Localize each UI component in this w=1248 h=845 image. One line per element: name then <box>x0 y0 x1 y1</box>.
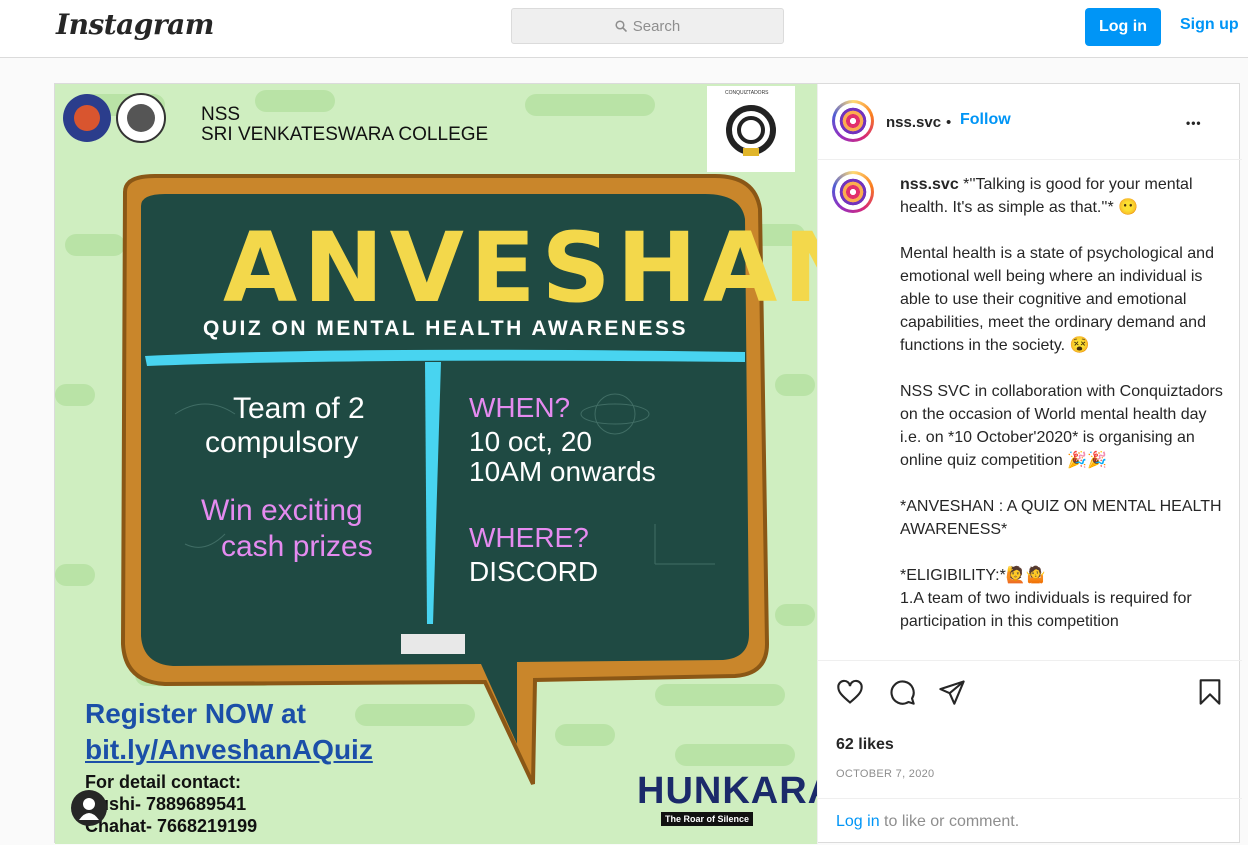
save-bookmark-icon[interactable] <box>1196 678 1224 706</box>
header-separator: • <box>946 114 952 131</box>
poster-brand-name: HUNKARA <box>637 770 817 812</box>
poster-when-date: 10 oct, 20 <box>469 426 592 457</box>
poster-subtitle: QUIZ ON MENTAL HEALTH AWARENESS <box>203 317 689 340</box>
more-options-icon[interactable]: ••• <box>1186 116 1202 130</box>
post-image[interactable]: NSS SRI VENKATESWARA COLLEGE CONQUIZTADO… <box>55 84 817 844</box>
instagram-logo[interactable]: Instagram <box>56 8 214 41</box>
share-icon[interactable] <box>938 678 966 706</box>
login-to-comment-link[interactable]: Log in <box>836 813 880 830</box>
poster-prize-line1: Win exciting <box>201 494 363 527</box>
user-avatar-icon[interactable] <box>71 790 107 826</box>
poster-team-line2: compulsory <box>205 426 359 459</box>
login-to-comment: Log in to like or comment. <box>818 798 1242 845</box>
poster-where-value: DISCORD <box>469 556 599 587</box>
poster-register-line: Register NOW at <box>85 698 306 729</box>
likes-count[interactable]: 62 likes <box>836 736 894 754</box>
poster-org-line2: SRI VENKATESWARA COLLEGE <box>201 124 489 145</box>
poster-partner-badge: CONQUIZTADORS <box>725 90 769 96</box>
post-header: nss.svc • Follow ••• <box>818 84 1242 160</box>
poster-contact-1: Rushi- 7889689541 <box>85 794 247 814</box>
poster-where-label: WHERE? <box>469 522 589 553</box>
login-to-comment-text: to like or comment. <box>879 813 1020 830</box>
poster-register-link: bit.ly/AnveshanAQuiz <box>85 734 373 765</box>
poster-contact-2: Chahat- 7668219199 <box>85 816 258 836</box>
caption: nss.svc *''Talking is good for your ment… <box>900 173 1230 633</box>
search-placeholder: Search <box>632 17 681 35</box>
poster-brand-tagline: The Roar of Silence <box>661 812 754 826</box>
search-input[interactable]: Search <box>511 8 784 44</box>
post-card: NSS SRI VENKATESWARA COLLEGE CONQUIZTADO… <box>54 83 1242 845</box>
top-bar: Instagram Search Log in Sign up <box>0 0 1248 58</box>
poster-when-time: 10AM onwards <box>469 456 656 487</box>
caption-paragraph-2: NSS SVC in collaboration with Conquiztad… <box>900 383 1228 469</box>
comment-icon[interactable] <box>888 678 916 706</box>
signup-link[interactable]: Sign up <box>1180 16 1239 34</box>
caption-scroll[interactable]: nss.svc *''Talking is good for your ment… <box>818 161 1242 661</box>
caption-paragraph-1: Mental health is a state of psychologica… <box>900 245 1219 354</box>
login-button[interactable]: Log in <box>1085 8 1161 46</box>
post-sidebar: nss.svc • Follow ••• nss.svc *''Talking … <box>817 84 1242 845</box>
poster-artwork <box>55 84 817 844</box>
poster-team-line1: Team of 2 <box>233 392 365 425</box>
search-icon <box>615 20 627 32</box>
author-username[interactable]: nss.svc <box>886 114 941 131</box>
caption-paragraph-4: *ELIGIBILITY:*🙋🤷 <box>900 567 1046 584</box>
poster-contact-heading: For detail contact: <box>85 772 242 792</box>
caption-paragraph-5: 1.A team of two individuals is required … <box>900 590 1197 630</box>
poster-title: ANVESHAN <box>223 212 817 324</box>
poster-prize-line2: cash prizes <box>221 530 373 563</box>
poster-when-label: WHEN? <box>469 392 571 423</box>
follow-button[interactable]: Follow <box>960 111 1011 129</box>
caption-paragraph-3: *ANVESHAN : A QUIZ ON MENTAL HEALTH AWAR… <box>900 498 1226 538</box>
action-bar <box>834 676 1226 712</box>
caption-author-avatar[interactable] <box>832 171 874 213</box>
poster-org-line1: NSS <box>201 104 241 125</box>
caption-username[interactable]: nss.svc <box>900 176 959 193</box>
like-heart-icon[interactable] <box>836 678 864 706</box>
author-avatar[interactable] <box>832 100 874 142</box>
post-date[interactable]: OCTOBER 7, 2020 <box>836 768 934 780</box>
